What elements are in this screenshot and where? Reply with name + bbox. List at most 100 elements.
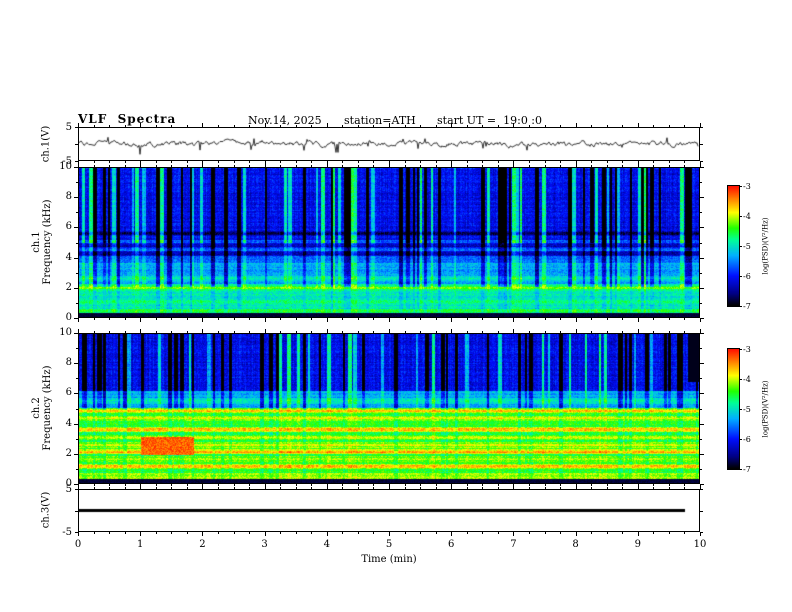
x-tick [218,161,219,163]
x-tick [373,331,374,333]
x-tick [358,161,359,163]
x-tick [327,163,328,167]
x-tick [327,123,328,127]
ch2-spec-axis-label: ch.2 Frequency (kHz) [31,365,53,450]
x-tick [327,329,328,333]
y-tick [74,318,78,319]
x-tick [373,532,374,534]
x-tick [684,125,685,127]
y-tick [700,454,704,455]
x-tick [218,487,219,489]
x-tick [358,125,359,127]
x-tick [125,484,126,486]
x-tick [684,161,685,163]
y-tick [74,288,78,289]
x-tick [545,165,546,167]
y-tick-label: 6 [65,387,72,399]
x-tick [669,487,670,489]
x-tick [513,532,514,536]
y-tick-label: -5 [62,156,72,167]
x-tick [389,123,390,127]
x-tick [94,318,95,320]
x-tick [653,484,654,486]
x-tick [653,161,654,163]
y-tick [76,273,78,274]
x-tick [94,161,95,163]
colorbar-tick-label: -4 [743,375,751,384]
x-tick [653,487,654,489]
x-tick [187,331,188,333]
y-tick [700,489,703,490]
x-tick [249,487,250,489]
x-tick [560,161,561,163]
x-tick [280,532,281,534]
x-tick [560,125,561,127]
ch1-spec-axis-label: ch.1 Frequency (kHz) [31,199,53,284]
y-tick [74,393,78,394]
x-tick [187,532,188,534]
x-tick [436,484,437,486]
x-tick-label: 1 [137,539,144,550]
y-tick [700,303,702,304]
x-tick [607,318,608,320]
y-tick [700,227,704,228]
x-tick [684,165,685,167]
colorbar-1 [727,185,740,307]
x-tick [109,165,110,167]
x-tick [140,123,141,127]
x-tick [358,484,359,486]
colorbar-tick-label: -3 [743,182,751,191]
x-tick [653,165,654,167]
ch3-wave-axis-label: ch.3(V) [40,491,52,529]
x-tick [529,125,530,127]
ch1-spec-axis-label-line2: Frequency (kHz) [42,199,53,285]
y-tick [76,243,78,244]
y-tick-label: 6 [65,221,72,233]
colorbar-tick [740,439,742,440]
x-tick [467,487,468,489]
y-tick [700,212,702,213]
y-tick [700,258,704,259]
x-axis-title: Time (min) [361,554,417,565]
y-tick [700,393,704,394]
x-tick [420,484,421,486]
x-tick [576,485,577,489]
x-tick [125,125,126,127]
colorbar-tick [740,379,742,380]
x-tick [498,484,499,486]
y-tick [700,333,704,334]
x-tick [234,532,235,534]
x-tick [436,532,437,534]
y-tick [700,484,704,485]
x-tick [669,532,670,534]
x-tick [653,125,654,127]
plot-title: VLF Spectra [78,112,177,126]
x-tick [405,331,406,333]
x-tick [78,318,79,322]
x-tick [358,331,359,333]
y-tick [700,532,703,533]
x-tick [498,487,499,489]
y-tick [75,511,78,512]
x-tick [622,165,623,167]
x-tick [171,487,172,489]
y-tick-label: 10 [59,327,72,338]
x-tick [560,165,561,167]
y-tick [700,167,704,168]
x-tick [342,165,343,167]
x-tick [342,487,343,489]
x-tick [638,485,639,489]
y-tick [700,439,702,440]
ch2-spectrogram-canvas [79,334,699,483]
y-tick [75,532,78,533]
ch1-waveform-canvas [79,128,699,160]
x-tick [467,318,468,320]
x-tick [373,484,374,486]
x-tick [560,318,561,320]
x-tick [156,484,157,486]
x-tick [249,331,250,333]
y-tick [74,197,78,198]
x-tick [684,532,685,534]
x-tick [482,331,483,333]
x-tick [529,532,530,534]
